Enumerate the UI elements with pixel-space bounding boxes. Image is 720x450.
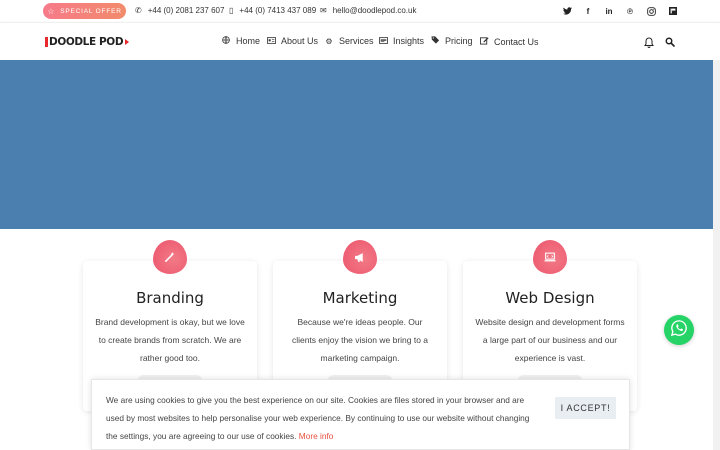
nav-label-home: Home xyxy=(236,36,261,46)
email-link[interactable]: ✉ hello@doodlepod.co.uk xyxy=(320,6,416,15)
edit-icon xyxy=(479,36,489,47)
newspaper-icon xyxy=(378,36,388,46)
special-offer-button[interactable]: ☆ SPECIAL OFFER xyxy=(43,3,126,19)
nav-label-about-us: About Us xyxy=(281,36,319,46)
pinterest-icon[interactable]: ℗ xyxy=(624,5,636,17)
more-info-link[interactable]: More info xyxy=(299,431,334,441)
mobile-icon: ▯ xyxy=(229,6,234,15)
whatsapp-button[interactable] xyxy=(664,315,694,345)
phone-icon: ✆ xyxy=(135,6,142,15)
bell-icon[interactable] xyxy=(642,35,656,49)
service-text-marketing: Because we're ideas people. Our clients … xyxy=(291,317,429,363)
nav-item-services[interactable]: ⚙ Services xyxy=(324,36,374,46)
globe-icon xyxy=(221,36,231,46)
web-design-badge xyxy=(533,240,567,274)
phone-link-1[interactable]: ✆ +44 (0) 2081 237 607 xyxy=(135,6,224,15)
marketing-badge xyxy=(343,240,377,274)
nav-item-insights[interactable]: Insights xyxy=(378,36,424,46)
search-icon[interactable] xyxy=(663,35,677,49)
branding-badge xyxy=(153,240,187,274)
doodle-pod-logo[interactable]: DOODLE POD xyxy=(45,36,130,48)
logo-text: DOODLE POD xyxy=(49,36,124,48)
laptop-icon xyxy=(533,240,567,274)
logo-bar-icon xyxy=(45,37,48,47)
hero-banner xyxy=(0,60,713,229)
linkedin-icon[interactable]: in xyxy=(603,5,615,17)
star-icon: ☆ xyxy=(47,6,56,16)
accept-cookies-button[interactable]: I ACCEPT! xyxy=(555,397,616,419)
phone-link-2[interactable]: ▯ +44 (0) 7413 437 089 xyxy=(229,6,316,15)
top-bar: ☆ SPECIAL OFFER ✆ +44 (0) 2081 237 607 ▯… xyxy=(0,0,720,22)
whatsapp-icon xyxy=(670,319,688,342)
flipboard-icon[interactable] xyxy=(667,5,679,17)
cookie-message: We are using cookies to give you the bes… xyxy=(106,391,536,445)
instagram-icon[interactable] xyxy=(645,5,657,17)
service-title-branding: Branding xyxy=(136,289,204,307)
nav-item-contact-us[interactable]: Contact Us xyxy=(479,36,539,47)
logo-play-icon xyxy=(125,39,130,45)
special-offer-label: SPECIAL OFFER xyxy=(60,7,122,15)
envelope-icon: ✉ xyxy=(320,6,327,15)
service-text-web-design: Website design and development forms a l… xyxy=(475,317,625,363)
nav-label-insights: Insights xyxy=(393,36,425,46)
nav-label-pricing: Pricing xyxy=(445,36,473,46)
id-card-icon xyxy=(266,36,276,46)
nav-item-home[interactable]: Home xyxy=(221,36,260,46)
megaphone-icon xyxy=(343,240,377,274)
phone-number-2: +44 (0) 7413 437 089 xyxy=(239,6,317,15)
tags-icon xyxy=(430,36,440,46)
nav-item-pricing[interactable]: Pricing xyxy=(430,36,473,46)
page-scrollbar[interactable] xyxy=(713,60,720,450)
main-navigation: DOODLE POD Home About Us ⚙ Services Insi… xyxy=(0,22,720,60)
nav-label-services: Services xyxy=(339,36,374,46)
email-address: hello@doodlepod.co.uk xyxy=(332,6,417,15)
cookie-consent-banner: We are using cookies to give you the bes… xyxy=(91,379,630,450)
nav-label-contact-us: Contact Us xyxy=(494,36,539,47)
service-text-branding: Brand development is okay, but we love t… xyxy=(95,317,245,363)
magic-wand-icon xyxy=(153,240,187,274)
service-title-marketing: Marketing xyxy=(322,289,398,307)
cogs-icon: ⚙ xyxy=(325,36,333,46)
twitter-icon[interactable] xyxy=(561,5,573,17)
service-title-web-design: Web Design xyxy=(505,289,595,307)
phone-number-1: +44 (0) 2081 237 607 xyxy=(147,6,225,15)
nav-item-about-us[interactable]: About Us xyxy=(266,36,318,46)
facebook-icon[interactable]: f xyxy=(582,5,594,17)
